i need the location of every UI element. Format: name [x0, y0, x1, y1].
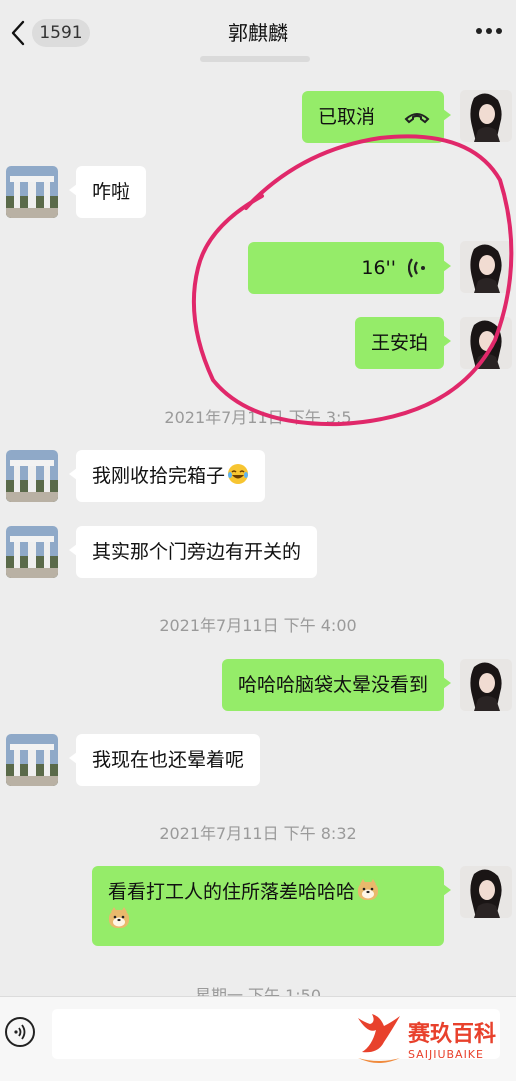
message-bubble[interactable]: 哈哈哈脑袋太晕没看到 [221, 659, 452, 711]
watermark-logo-icon [358, 1014, 400, 1063]
voice-wave-icon [408, 258, 425, 278]
phone-hangup-icon [404, 113, 430, 124]
contact-avatar[interactable] [6, 450, 58, 502]
annotation-circle [191, 134, 514, 427]
voice-message-bubble[interactable]: 16'' [248, 242, 451, 294]
chat-title: 郭麒麟 [228, 21, 288, 45]
watermark-text-cn: 赛玖百科 [408, 1022, 497, 1047]
my-avatar[interactable] [460, 659, 512, 711]
message-bubble[interactable]: 看看打工人的住所落差哈哈哈 [92, 866, 451, 946]
scrolled-content-hint [200, 56, 310, 62]
message-bubble[interactable]: 其实那个门旁边有开关的 [68, 526, 318, 578]
message-text: 看看打工人的住所落差哈哈哈 [108, 881, 356, 903]
doge-emoji-icon [358, 879, 379, 900]
timestamp: 2021年7月11日 下午 4:00 [159, 616, 357, 635]
my-avatar[interactable] [460, 241, 512, 293]
contact-avatar[interactable] [6, 166, 58, 218]
contact-avatar[interactable] [6, 526, 58, 578]
message-bubble[interactable]: 我刚收拾完箱子 [68, 450, 266, 502]
timestamp: 2021年7月11日 下午 3:5 [164, 408, 352, 427]
site-watermark: 赛玖百科 SAIJIUBAIKE [354, 1012, 510, 1070]
my-avatar[interactable] [460, 90, 512, 142]
message-bubble[interactable]: 咋啦 [68, 166, 147, 218]
message-bubble[interactable]: 王安珀 [354, 317, 452, 369]
call-cancelled-bubble[interactable]: 已取消 [302, 91, 451, 143]
voice-input-icon[interactable] [5, 1017, 35, 1047]
my-avatar[interactable] [460, 866, 512, 918]
doge-emoji-icon [109, 907, 129, 928]
message-text: 我刚收拾完箱子 [92, 465, 226, 487]
message-bubble[interactable]: 我现在也还晕着呢 [68, 734, 261, 786]
laugh-cry-emoji-icon [228, 464, 249, 484]
contact-avatar[interactable] [6, 734, 58, 786]
call-status-text: 已取消 [318, 106, 376, 128]
my-avatar[interactable] [460, 317, 512, 369]
more-dots-icon[interactable] [476, 28, 502, 36]
watermark-text-en: SAIJIUBAIKE [408, 1048, 484, 1061]
voice-duration: 16'' [361, 257, 396, 279]
timestamp: 2021年7月11日 下午 8:32 [159, 824, 357, 843]
